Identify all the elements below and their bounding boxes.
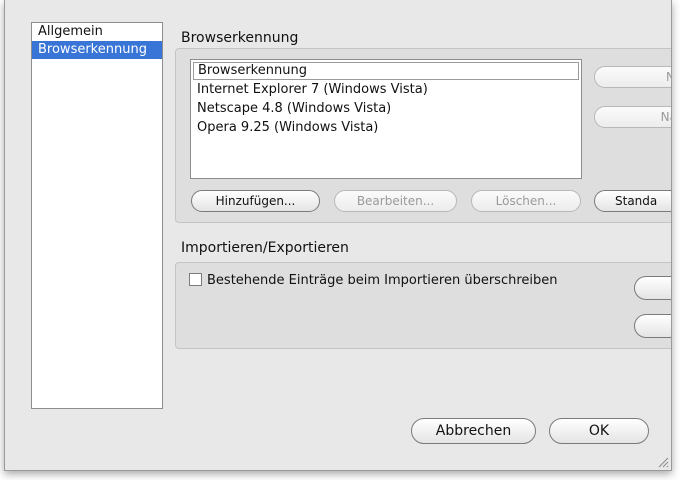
ok-button[interactable]: OK: [549, 418, 649, 444]
list-item[interactable]: Opera 9.25 (Windows Vista): [191, 118, 581, 137]
sidebar: Allgemein Browserkennung: [31, 22, 163, 409]
import-button[interactable]: [634, 276, 671, 300]
delete-button[interactable]: Löschen...: [471, 190, 581, 212]
list-item[interactable]: Browserkennung: [193, 62, 579, 80]
sidebar-item-label: Browserkennung: [38, 42, 147, 57]
sidebar-item-browserkennung[interactable]: Browserkennung: [32, 41, 162, 59]
new-button[interactable]: N: [594, 66, 671, 88]
resize-grip-icon[interactable]: [657, 456, 669, 468]
default-button[interactable]: Standa: [594, 190, 671, 212]
settings-dialog: Allgemein Browserkennung Browserkennung …: [4, 0, 672, 471]
sidebar-item-label: Allgemein: [38, 24, 103, 39]
list-item[interactable]: Internet Explorer 7 (Windows Vista): [191, 80, 581, 99]
overwrite-checkbox-label: Bestehende Einträge beim Importieren übe…: [207, 273, 558, 288]
export-button[interactable]: [634, 314, 671, 338]
edit-button[interactable]: Bearbeiten...: [334, 190, 457, 212]
rename-button[interactable]: Na: [594, 106, 671, 128]
sidebar-item-allgemein[interactable]: Allgemein: [32, 23, 162, 41]
overwrite-checkbox-row[interactable]: Bestehende Einträge beim Importieren übe…: [189, 273, 558, 288]
import-section-heading: Importieren/Exportieren: [181, 240, 349, 256]
overwrite-checkbox[interactable]: [189, 273, 202, 286]
browser-list[interactable]: Browserkennung Internet Explorer 7 (Wind…: [190, 59, 582, 179]
browser-section-heading: Browserkennung: [181, 30, 299, 46]
list-item[interactable]: Netscape 4.8 (Windows Vista): [191, 99, 581, 118]
add-button[interactable]: Hinzufügen...: [191, 190, 320, 212]
cancel-button[interactable]: Abbrechen: [411, 418, 536, 444]
